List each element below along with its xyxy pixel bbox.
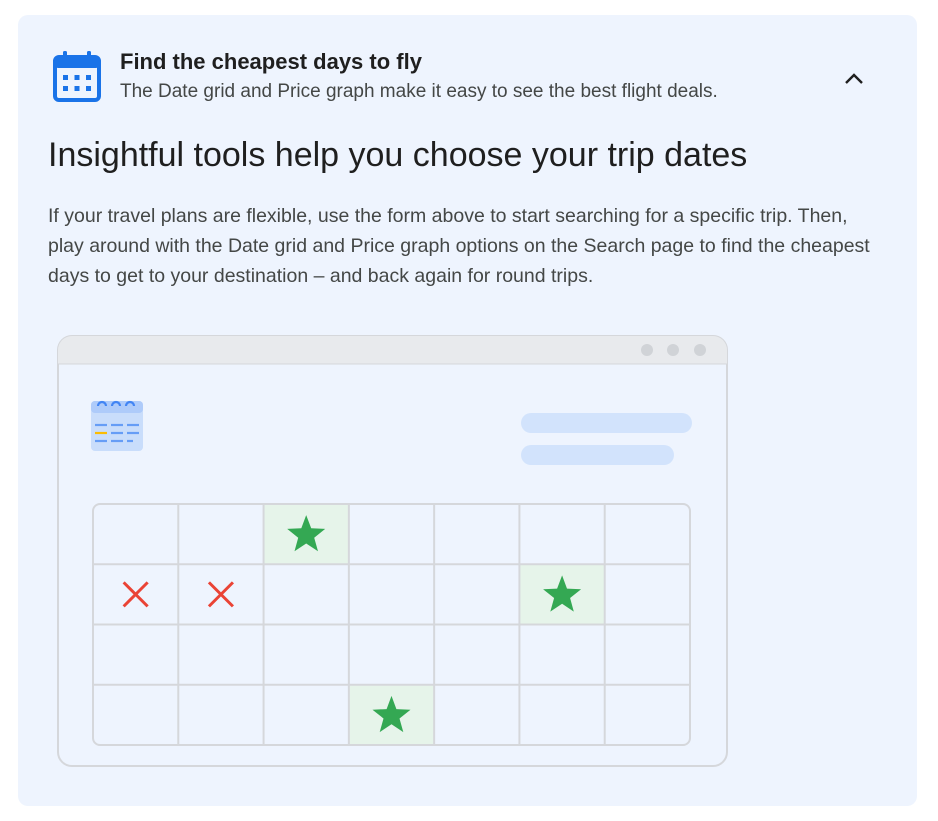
date-grid-illustration (57, 335, 728, 767)
description-text: If your travel plans are flexible, use t… (48, 205, 870, 287)
placeholder-bar (521, 413, 692, 433)
window-dot-icon (694, 344, 706, 356)
chevron-up-icon (845, 73, 863, 84)
window-dot-icon (641, 344, 653, 356)
window-dot-icon (667, 344, 679, 356)
collapse-button[interactable] (836, 63, 872, 95)
info-card: Find the cheapest days to fly The Date g… (18, 15, 917, 806)
expandable-header[interactable]: Find the cheapest days to fly The Date g… (18, 15, 917, 125)
calendar-icon (52, 51, 102, 103)
browser-top-bar (58, 336, 727, 364)
mini-calendar-icon (91, 400, 143, 451)
section-title: Find the cheapest days to fly (120, 49, 422, 74)
section-subtitle: The Date grid and Price graph make it ea… (120, 81, 718, 102)
placeholder-bar (521, 445, 674, 465)
page-heading: Insightful tools help you choose your tr… (48, 136, 748, 174)
